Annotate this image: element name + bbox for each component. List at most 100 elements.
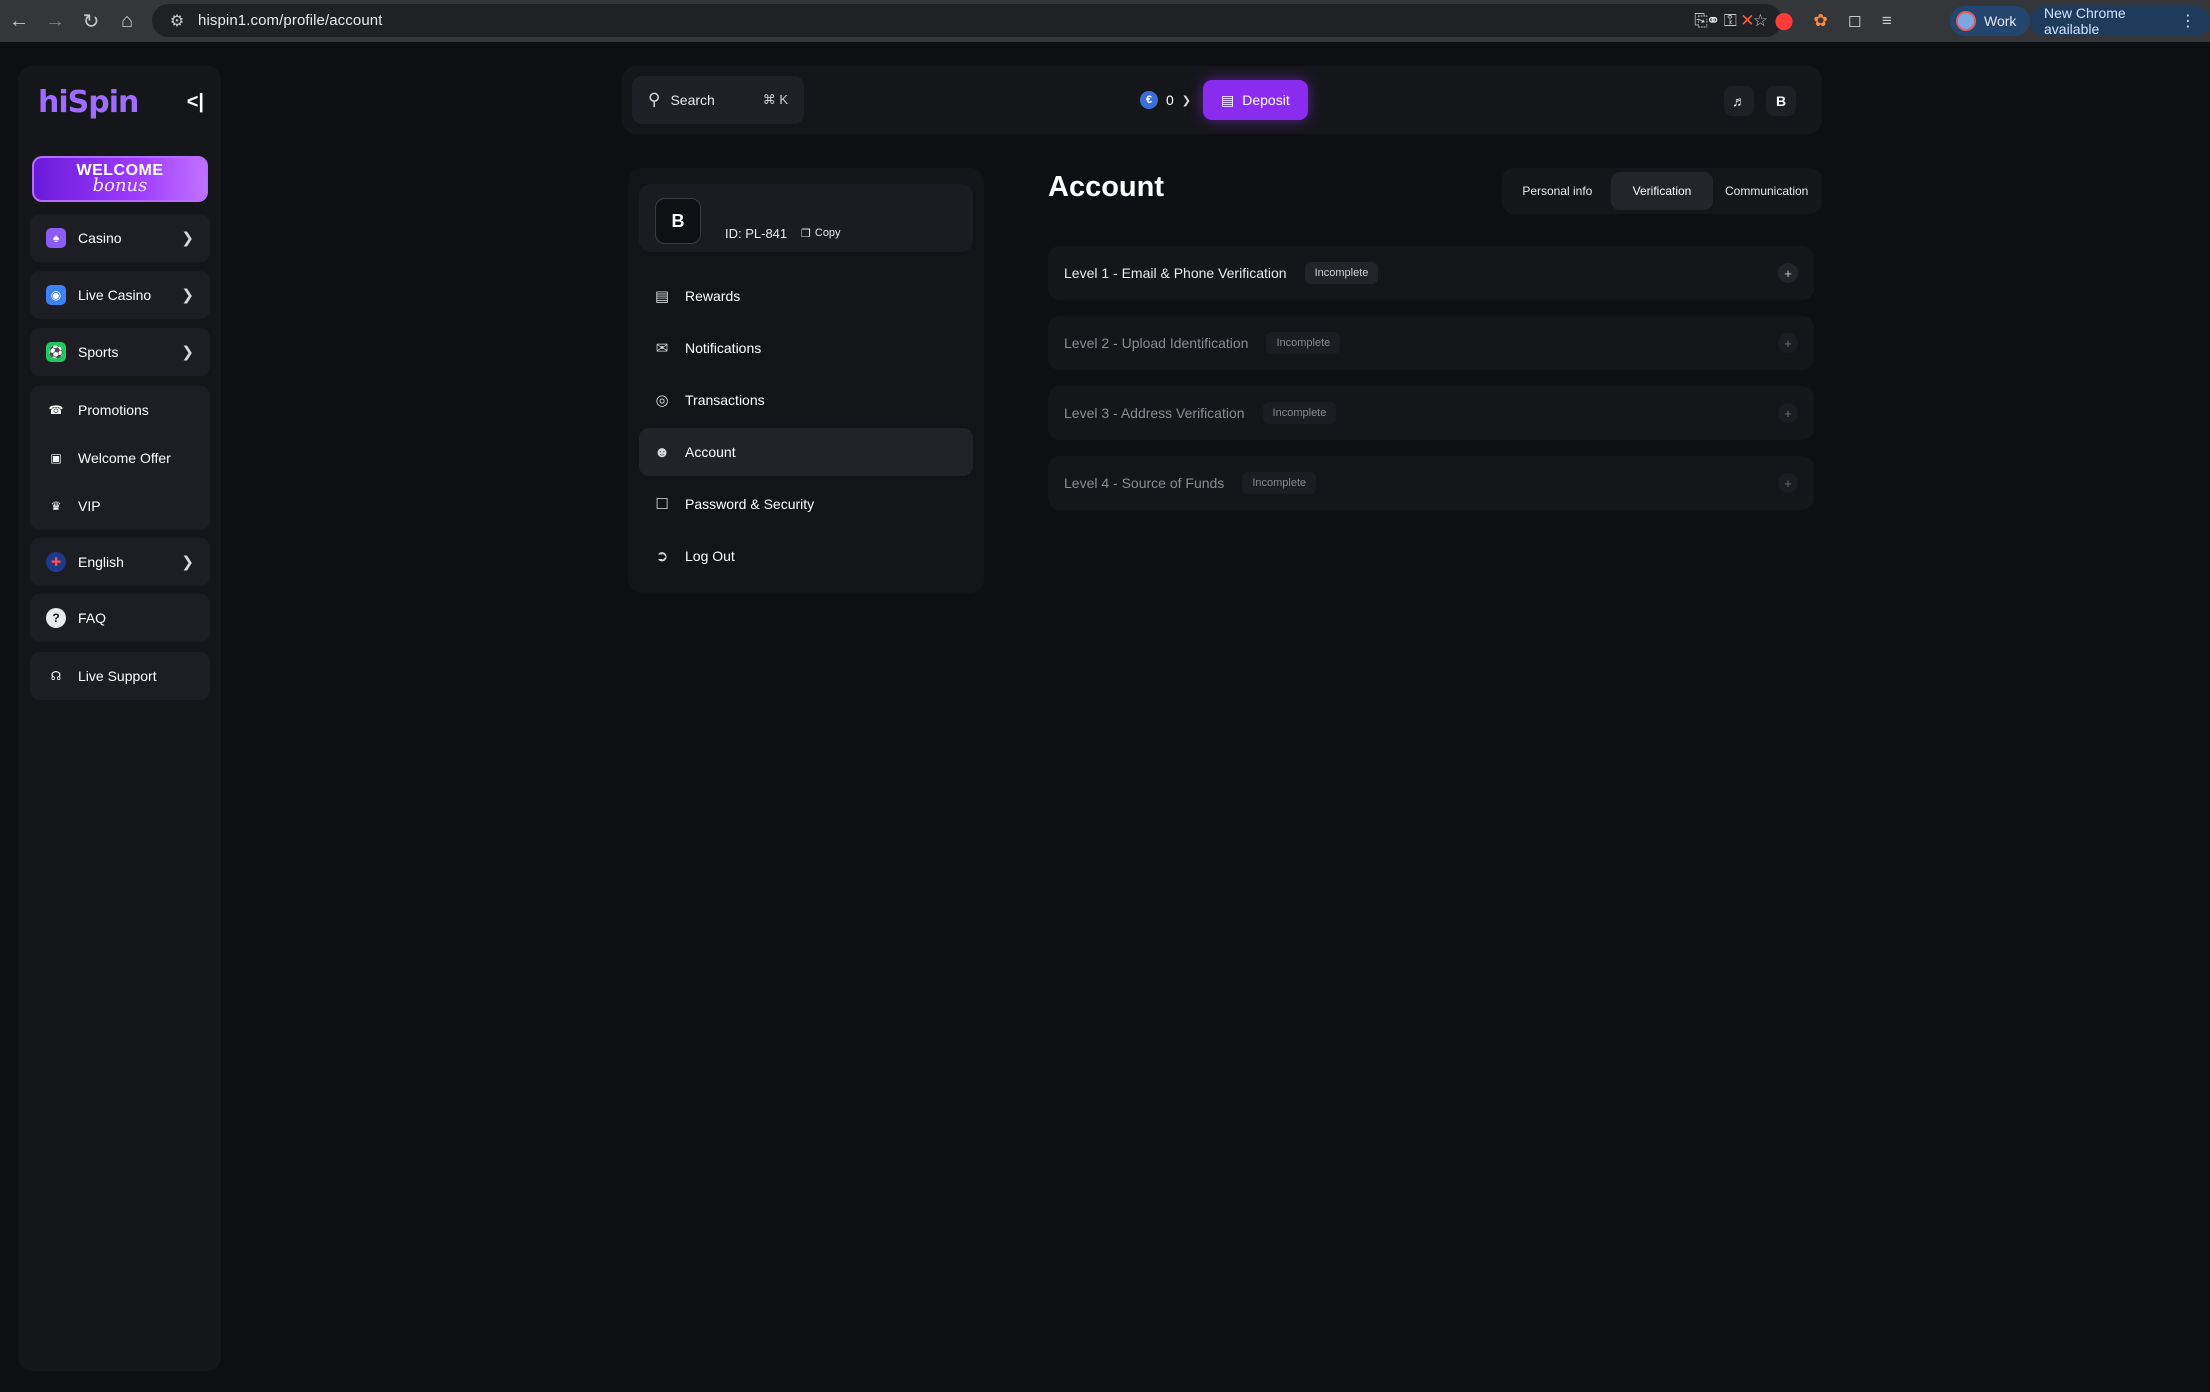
extension-x-icon[interactable]: ✕ [1740,11,1754,31]
chrome-profile-button[interactable]: Work [1950,6,2031,36]
back-icon[interactable]: ← [2,4,36,38]
chevron-down-icon: ❯ [1181,94,1192,107]
copy-label: Copy [814,227,841,239]
extension-fox-icon[interactable]: ✿ [1814,11,1828,31]
menu-item-logout[interactable]: ➲ Log Out [639,532,973,580]
address-bar[interactable]: ⚙ hispin1.com/profile/account ⎘ ⚿ ☆ [152,4,1782,37]
chevron-right-icon: ❯ [181,287,194,304]
collapse-sidebar-icon[interactable]: <| [187,91,204,114]
profile-label: Work [1984,13,2017,29]
sidebar-item-welcome-offer[interactable]: ▣ Welcome Offer [30,434,210,482]
megaphone-icon: ☎ [48,403,64,417]
expand-plus-icon[interactable]: + [1778,403,1798,423]
menu-item-password-security[interactable]: ☐ Password & Security [639,480,973,528]
verification-level-3[interactable]: Level 3 - Address Verification Incomplet… [1048,386,1814,440]
copy-id-button[interactable]: ❐ Copy [801,224,841,242]
expand-plus-icon[interactable]: + [1778,333,1798,353]
sidebar-item-promotions[interactable]: ☎ Promotions [30,386,210,434]
language-label: English [78,554,124,570]
user-avatar-button[interactable]: B [1766,86,1796,116]
profile-menu-panel: B ID: PL-841 ❐ Copy ▤ Rewards ✉ Notifica… [628,168,984,593]
extensions-puzzle-icon[interactable]: ◻ [1848,11,1862,31]
reload-icon[interactable]: ↻ [74,4,108,38]
sidebar-item-vip[interactable]: ♛ VIP [30,482,210,530]
deposit-label: Deposit [1242,92,1290,108]
deposit-button[interactable]: ▤ Deposit [1203,80,1308,120]
live-casino-icon: ◉ [46,285,66,305]
search-label: Search [670,92,715,108]
gift-icon: ▣ [50,451,62,465]
welcome-bonus-banner[interactable]: WELCOME bonus [32,156,208,202]
balance-value: 0 [1166,92,1174,108]
faq-label: FAQ [78,610,107,626]
home-icon[interactable]: ⌂ [110,4,144,38]
profile-menu: ▤ Rewards ✉ Notifications ◎ Transactions… [639,272,973,584]
sidebar-item-sports[interactable]: ⚽ Sports ❯ [30,328,210,376]
level-title: Level 4 - Source of Funds [1064,475,1225,491]
expand-plus-icon[interactable]: + [1778,473,1798,493]
coins-icon: ◎ [655,392,669,409]
euro-icon: € [1140,91,1158,109]
menu-item-notifications[interactable]: ✉ Notifications [639,324,973,372]
extension-shield-icon[interactable]: ⬤ [1775,11,1794,31]
sidebar-item-live-support[interactable]: ☊ Live Support [30,652,210,700]
chrome-update-button[interactable]: New Chrome available ⋮ [2030,5,2210,37]
nav-promotions-group: ☎ Promotions ▣ Welcome Offer ♛ VIP [30,386,210,530]
level-title: Level 3 - Address Verification [1064,405,1245,421]
status-badge: Incomplete [1242,472,1317,494]
crown-icon: ♛ [50,499,62,513]
chevron-right-icon: ❯ [181,554,194,571]
chevron-right-icon: ❯ [181,230,194,247]
tab-personal-info[interactable]: Personal info [1506,172,1609,210]
inbox-icon: ✉ [655,340,669,357]
sidebar-item-language[interactable]: ✚ English ❯ [30,538,210,586]
notifications-bell-icon[interactable]: ♬ [1724,86,1754,116]
level-title: Level 2 - Upload Identification [1064,335,1249,351]
profile-avatar [1956,11,1976,31]
support-label: Live Support [78,668,157,684]
balance-dropdown[interactable]: € 0 ❯ [1128,80,1203,120]
reading-list-icon[interactable]: ≡ [1882,11,1892,31]
verification-level-4[interactable]: Level 4 - Source of Funds Incomplete + [1048,456,1814,510]
page-title: Account [1048,171,1164,203]
wallet-icon: ▤ [654,288,670,305]
menu-item-label: Rewards [685,288,741,304]
update-label: New Chrome available [2044,5,2126,37]
verification-level-2[interactable]: Level 2 - Upload Identification Incomple… [1048,316,1814,370]
tab-verification[interactable]: Verification [1610,172,1714,210]
site-info-icon[interactable]: ⚙ [162,11,192,31]
menu-item-account[interactable]: ☻ Account [639,428,973,476]
wallet-group: € 0 ❯ ▤ Deposit [1128,76,1308,124]
menu-item-rewards[interactable]: ▤ Rewards [639,272,973,320]
verification-level-1[interactable]: Level 1 - Email & Phone Verification Inc… [1048,246,1814,300]
level-title: Level 1 - Email & Phone Verification [1064,265,1287,281]
headset-icon: ☊ [50,669,62,683]
lock-icon: ☐ [655,496,669,513]
user-icon: ☻ [654,443,670,461]
extension-link-icon[interactable]: ⚭ [1706,11,1720,31]
menu-item-label: Password & Security [685,496,815,512]
sidebar-item-casino[interactable]: ♠ Casino ❯ [30,214,210,262]
user-avatar: B [655,198,701,244]
address-url[interactable]: hispin1.com/profile/account [198,12,382,29]
banner-line2: bonus [92,175,148,196]
sports-icon: ⚽ [46,342,66,362]
tab-communication[interactable]: Communication [1715,172,1818,210]
site-logo[interactable]: hiSpin [38,85,139,120]
status-badge: Incomplete [1266,332,1341,354]
menu-item-transactions[interactable]: ◎ Transactions [639,376,973,424]
sidebar-item-live-casino[interactable]: ◉ Live Casino ❯ [30,271,210,319]
sidebar-item-label: VIP [78,498,101,514]
logout-icon: ➲ [655,548,669,565]
search-button[interactable]: ⚲ Search ⌘ K [632,76,804,124]
sidebar-item-label: Welcome Offer [78,450,171,466]
account-tabs: Personal info Verification Communication [1502,168,1822,214]
copy-icon: ❐ [801,227,811,240]
sidebar-item-label: Promotions [78,402,149,418]
forward-icon[interactable]: → [38,4,72,38]
status-badge: Incomplete [1304,262,1379,284]
left-sidebar: hiSpin <| WELCOME bonus ♠ Casino ❯ ◉ Liv… [18,66,221,1371]
kebab-menu-icon[interactable]: ⋮ [2180,11,2196,31]
sidebar-item-faq[interactable]: ? FAQ [30,594,210,642]
expand-plus-icon[interactable]: + [1778,263,1798,283]
